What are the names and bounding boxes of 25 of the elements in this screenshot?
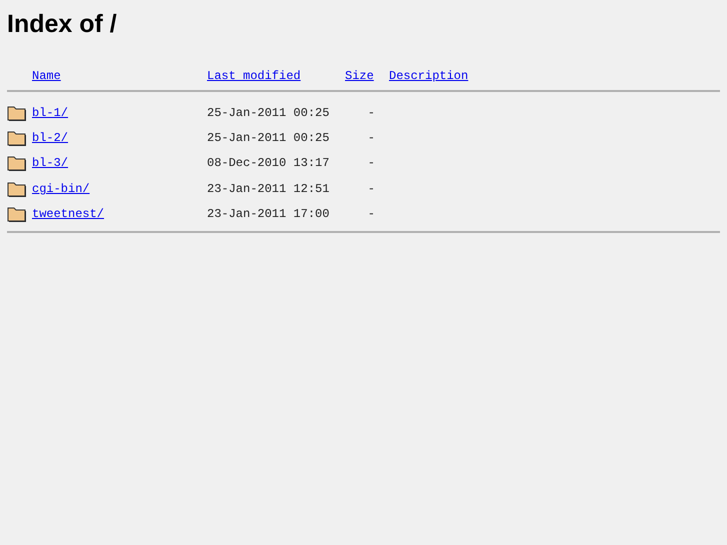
modified-date: 08-Dec-2010 13:17 [207, 155, 330, 172]
folder-icon [7, 180, 27, 198]
modified-date: 25-Jan-2011 00:25 [207, 130, 330, 148]
file-size: - [366, 104, 375, 122]
modified-date: 23-Jan-2011 12:51 [207, 180, 330, 198]
page-title: Index of / [7, 9, 118, 40]
size-column-header[interactable]: Size [345, 67, 389, 85]
folder-icon [7, 104, 27, 122]
folder-icon [7, 129, 27, 148]
modified-date: 25-Jan-2011 00:25 [207, 104, 330, 122]
file-size: - [366, 206, 375, 224]
file-size: - [366, 130, 375, 148]
folder-icon [7, 205, 27, 224]
folder-link[interactable]: cgi-bin/ [32, 180, 207, 198]
folder-link[interactable]: bl-3/ [32, 154, 207, 172]
file-size: - [366, 155, 375, 172]
name-column-header[interactable]: Name [32, 67, 207, 85]
description-column-header[interactable]: Description [389, 67, 468, 85]
folder-link[interactable]: bl-1/ [32, 104, 207, 122]
folder-link[interactable]: tweetnest/ [32, 205, 207, 224]
folder-link[interactable]: bl-2/ [32, 129, 207, 148]
file-size: - [366, 180, 375, 198]
modified-date: 23-Jan-2011 17:00 [207, 206, 330, 224]
last-modified-column-header[interactable]: Last modified [207, 67, 345, 85]
folder-icon [7, 154, 27, 172]
